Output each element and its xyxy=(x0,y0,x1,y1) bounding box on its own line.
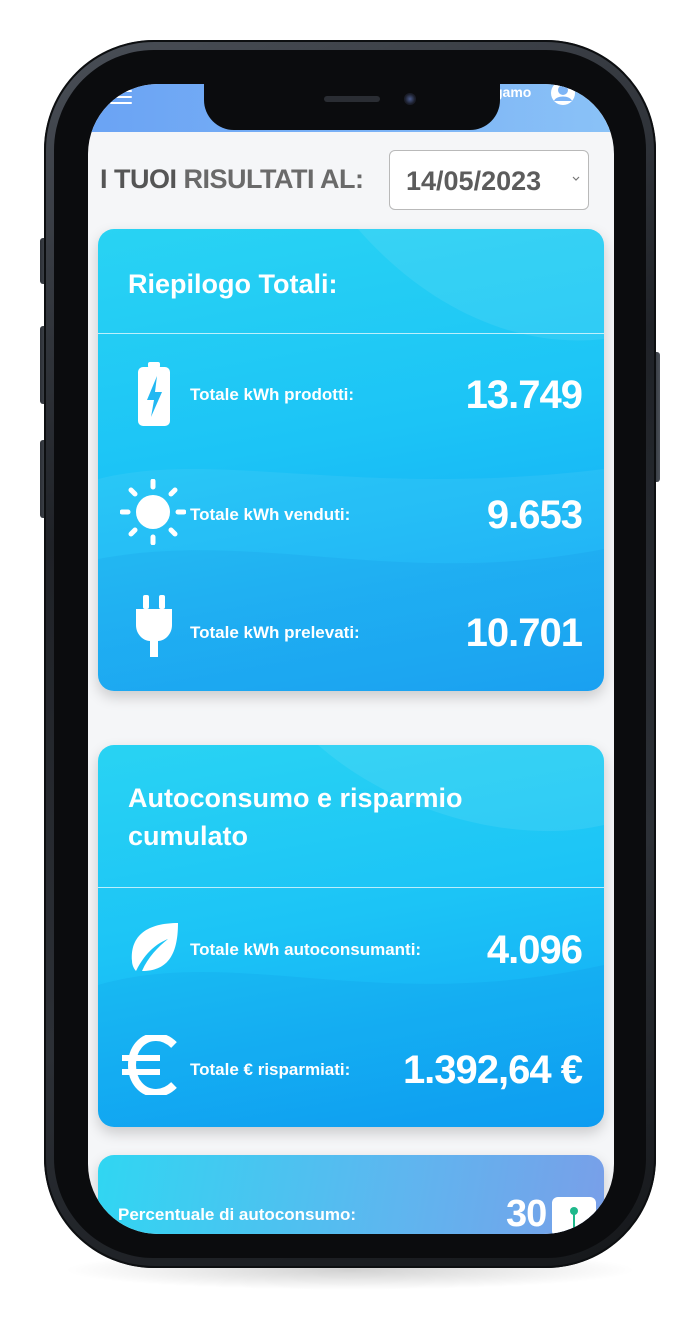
leaf-icon xyxy=(131,923,178,971)
plug-icon xyxy=(136,595,172,657)
selfconsumption-title-line2: cumulato xyxy=(128,821,249,851)
phone-speaker xyxy=(324,96,380,102)
selfconsumption-card: Autoconsumo e risparmio cumulato Totale … xyxy=(98,745,604,1127)
results-title-part2: RISULTATI AL: xyxy=(183,164,364,194)
selfconsumption-card-divider xyxy=(98,887,604,888)
summary-card-divider xyxy=(98,333,604,334)
summary-card-title: Riepilogo Totali: xyxy=(128,269,338,299)
sold-label: Totale kWh venduti: xyxy=(190,505,351,524)
percentage-card: Percentuale di autoconsumo: 30 xyxy=(98,1155,604,1234)
selfconsumed-label: Totale kWh autoconsumanti: xyxy=(190,940,422,959)
chevron-down-icon xyxy=(572,176,580,181)
date-select[interactable]: 14/05/2023 xyxy=(389,150,589,210)
percentage-label: Percentuale di autoconsumo: xyxy=(118,1205,357,1224)
date-select-value: 14/05/2023 xyxy=(406,166,542,196)
selfconsumption-title-line1: Autoconsumo e risparmio xyxy=(128,783,463,813)
results-title: I TUOI RISULTATI AL: xyxy=(100,164,364,195)
results-title-part1: I TUOI xyxy=(100,164,177,194)
saved-label: Totale € risparmiati: xyxy=(190,1060,351,1079)
phone-camera-icon xyxy=(404,93,416,105)
keyhole-icon xyxy=(552,1197,596,1234)
withdrawn-value: 10.701 xyxy=(465,611,583,655)
battery-icon xyxy=(138,362,170,426)
summary-card: Riepilogo Totali: Totale kWh prodotti: 1… xyxy=(98,229,604,691)
withdrawn-label: Totale kWh prelevati: xyxy=(190,623,360,642)
sold-value: 9.653 xyxy=(486,493,583,537)
produced-value: 13.749 xyxy=(465,373,583,417)
sun-icon xyxy=(120,479,186,545)
user-avatar-icon[interactable] xyxy=(550,84,576,106)
app-screen: gamo I TUOI RISULTATI AL: 14/05/2023 Rie… xyxy=(88,84,614,1234)
selfconsumption-card-title: Autoconsumo e risparmio cumulato xyxy=(128,779,463,855)
euro-icon xyxy=(122,1035,177,1095)
hamburger-menu-icon[interactable] xyxy=(110,90,132,106)
selfconsumed-value: 4.096 xyxy=(486,928,583,972)
produced-label: Totale kWh prodotti: xyxy=(190,385,354,404)
phone-notch xyxy=(204,84,500,130)
saved-value: 1.392,64 € xyxy=(402,1048,583,1092)
percentage-value: 30 xyxy=(506,1193,547,1234)
